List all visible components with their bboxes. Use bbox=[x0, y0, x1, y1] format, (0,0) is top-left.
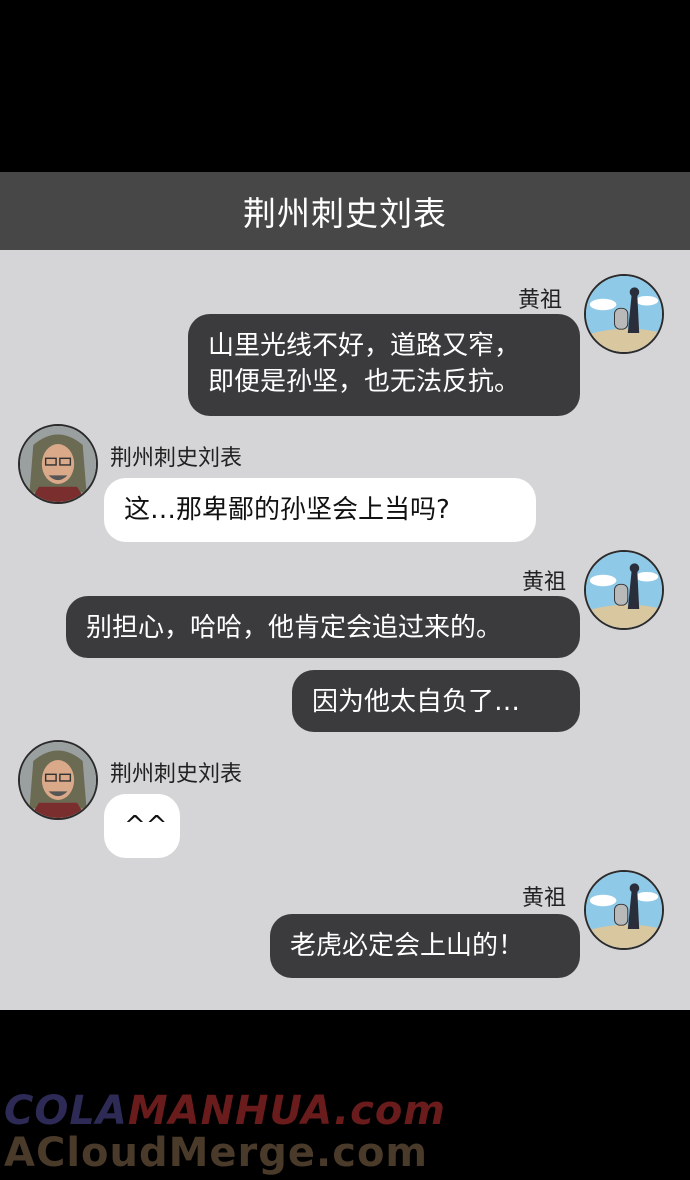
liu-biao-avatar[interactable] bbox=[18, 740, 98, 820]
watermark-colamanhua: COLAMANHUA.com bbox=[4, 1088, 446, 1134]
huang-zu-avatar[interactable] bbox=[584, 550, 664, 630]
message-bubble[interactable]: 山里光线不好，道路又窄， 即便是孙坚，也无法反抗。 bbox=[188, 314, 580, 416]
message-bubble[interactable]: 别担心，哈哈，他肯定会追过来的。 bbox=[66, 596, 580, 658]
sender-name: 黄祖 bbox=[522, 886, 567, 911]
message-bubble[interactable]: 这…那卑鄙的孙坚会上当吗? bbox=[104, 478, 536, 542]
message-bubble[interactable]: 因为他太自负了… bbox=[292, 670, 580, 732]
sender-name: 黄祖 bbox=[522, 570, 567, 595]
sender-name: 黄祖 bbox=[518, 288, 563, 313]
message-bubble[interactable]: 老虎必定会上山的！ bbox=[270, 914, 580, 978]
liu-biao-avatar[interactable] bbox=[18, 424, 98, 504]
message-bubble[interactable]: ^^ bbox=[104, 794, 180, 858]
watermark-part1: COLA bbox=[4, 1088, 128, 1134]
chat-title: 荆州刺史刘表 bbox=[243, 194, 447, 233]
chat-header: 荆州刺史刘表 bbox=[0, 172, 690, 250]
watermark-part2: MANHUA.com bbox=[127, 1088, 446, 1134]
huang-zu-avatar[interactable] bbox=[584, 870, 664, 950]
sender-name: 荆州刺史刘表 bbox=[110, 762, 243, 787]
chat-panel: 荆州刺史刘表 黄祖 山里光线不好，道路又窄， 即便是孙坚，也无法反抗。 荆州刺史… bbox=[0, 172, 690, 1010]
sender-name: 荆州刺史刘表 bbox=[110, 446, 243, 471]
huang-zu-avatar[interactable] bbox=[584, 274, 664, 354]
watermark-acloudmerge: ACloudMerge.com bbox=[4, 1130, 429, 1176]
